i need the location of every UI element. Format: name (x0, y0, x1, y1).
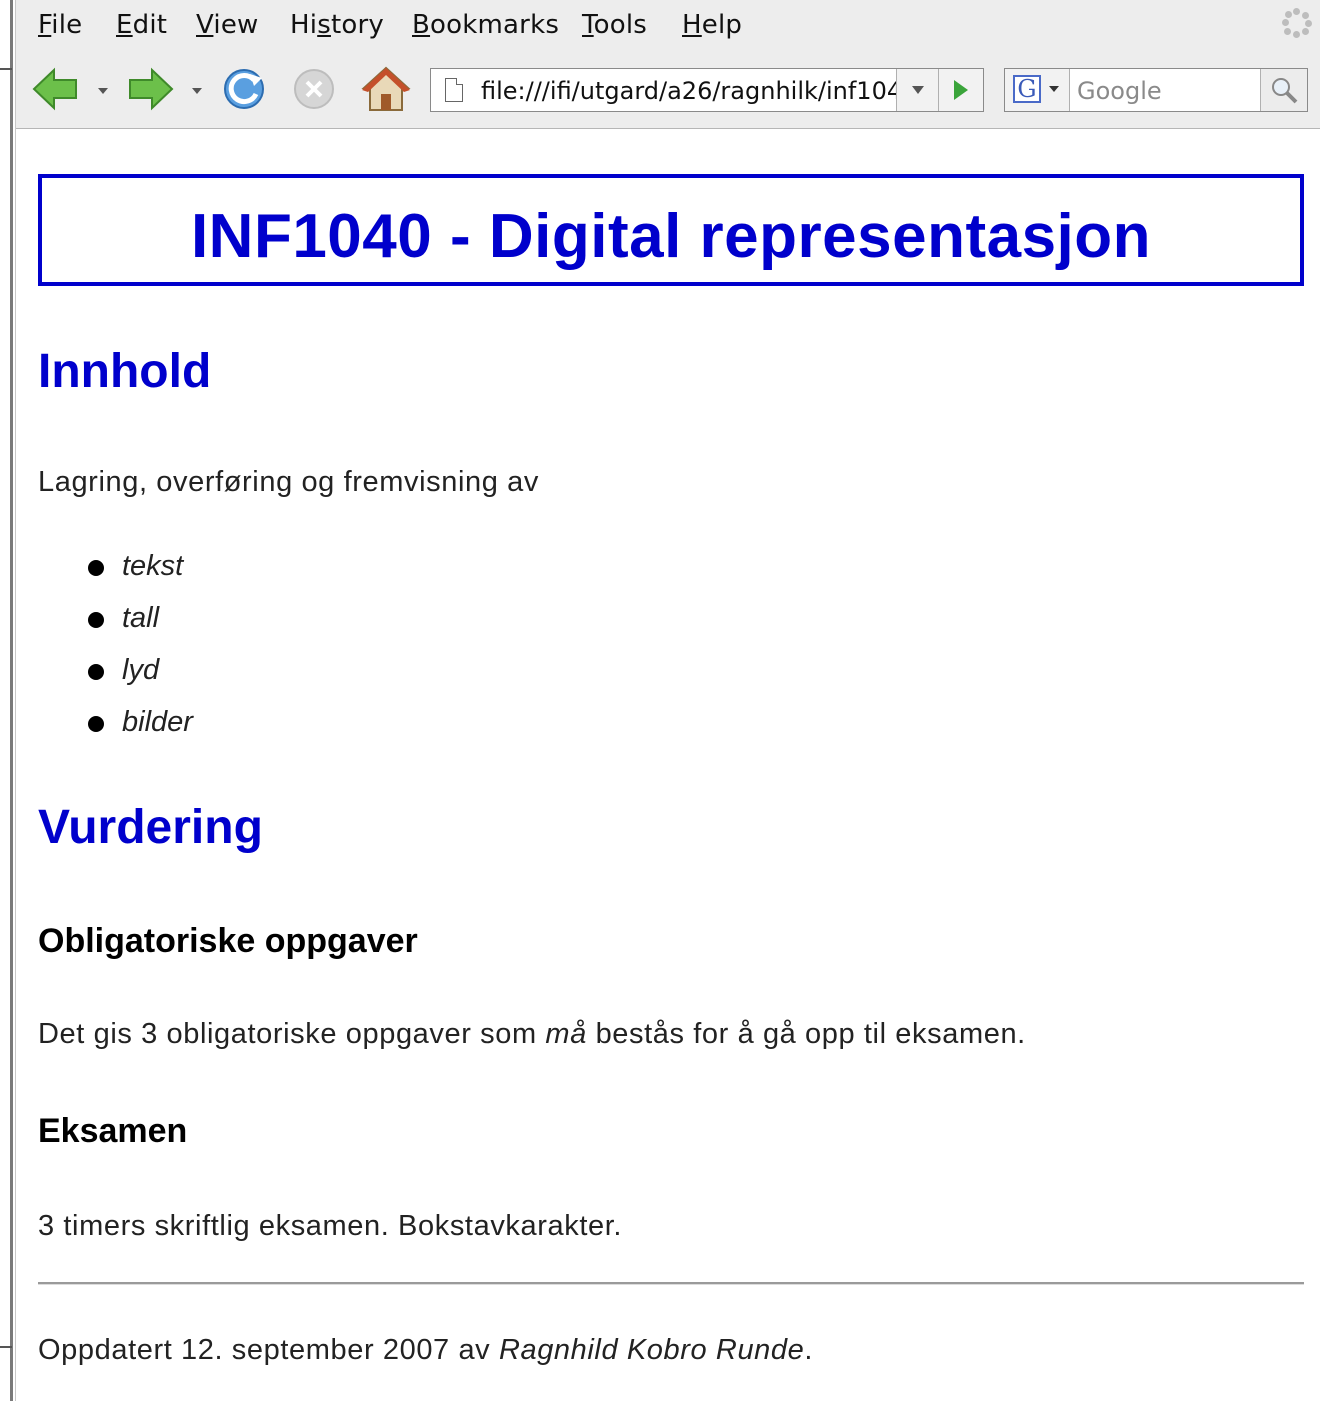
menu-bookmarks[interactable]: Bookmarks (412, 10, 559, 40)
magnifier-icon (1272, 78, 1298, 104)
back-button[interactable] (30, 64, 82, 114)
forward-history-dropdown[interactable] (192, 88, 202, 94)
bullet-icon (88, 612, 104, 628)
menu-help[interactable]: Help (682, 10, 742, 40)
footer-text-part1: Oppdatert 12. september 2007 av (38, 1334, 499, 1366)
menu-file[interactable]: File (38, 10, 82, 40)
list-item-text: tekst (122, 550, 184, 582)
back-arrow-icon (32, 67, 77, 111)
obligatory-text-part2: bestås for å gå opp til eksamen. (586, 1018, 1026, 1050)
menu-bar: File Edit View History Bookmarks Tools H… (16, 0, 1320, 50)
footer-text-end: . (804, 1334, 814, 1366)
page-title: INF1040 - Digital representasjon (190, 202, 1152, 271)
search-engine-selector[interactable]: G (1005, 69, 1070, 111)
navigation-toolbar: file:///ifi/utgard/a26/ragnhilk/inf104 G… (16, 52, 1320, 128)
list-item-text: tall (122, 602, 160, 634)
exam-text: 3 timers skriftlig eksamen. Bokstavkarak… (38, 1210, 623, 1242)
window-edge (10, 0, 13, 1401)
reload-button[interactable] (218, 64, 270, 114)
address-bar[interactable]: file:///ifi/utgard/a26/ragnhilk/inf104 (430, 68, 984, 112)
subheading-eksamen: Eksamen (38, 1112, 188, 1150)
section-heading-innhold: Innhold (38, 345, 212, 398)
bullet-icon (88, 716, 104, 732)
address-dropdown-button[interactable] (896, 69, 939, 111)
title-box: INF1040 - Digital representasjon (38, 174, 1304, 286)
list-item-text: bilder (122, 706, 193, 738)
address-text[interactable]: file:///ifi/utgard/a26/ragnhilk/inf104 (481, 77, 901, 105)
subheading-obligatoriske: Obligatoriske oppgaver (38, 922, 418, 960)
stop-icon (294, 69, 334, 109)
page-icon (445, 78, 463, 102)
footer-author: Ragnhild Kobro Runde (498, 1334, 805, 1366)
google-icon: G (1013, 75, 1041, 103)
search-bar[interactable]: G Google (1004, 68, 1308, 112)
intro-text: Lagring, overføring og fremvisning av (38, 466, 539, 498)
menu-tools[interactable]: Tools (582, 10, 647, 40)
bullet-icon (88, 664, 104, 680)
list-item-text: lyd (122, 654, 160, 686)
forward-arrow-icon (129, 67, 174, 111)
home-icon (361, 66, 411, 111)
obligatory-text-part1: Det gis 3 obligatoriske oppgaver som (38, 1018, 546, 1050)
section-heading-vurdering: Vurdering (38, 801, 263, 854)
window-edge-tick-bottom (0, 1346, 12, 1348)
bullet-icon (88, 560, 104, 576)
footer-text: Oppdatert 12. september 2007 av Ragnhild… (38, 1334, 813, 1367)
forward-button[interactable] (124, 64, 176, 114)
browser-chrome: File Edit View History Bookmarks Tools H… (16, 0, 1320, 129)
obligatory-text-emphasis: må (545, 1018, 587, 1050)
search-button[interactable] (1260, 69, 1307, 111)
home-button[interactable] (360, 64, 412, 114)
window-edge-inner (15, 0, 16, 1401)
throbber-icon (1282, 8, 1312, 38)
menu-history[interactable]: History (290, 10, 384, 40)
menu-view[interactable]: View (196, 10, 259, 40)
window-edge-tick-top (0, 68, 12, 70)
back-history-dropdown[interactable] (98, 88, 108, 94)
menu-edit[interactable]: Edit (116, 10, 167, 40)
caret-down-icon (1049, 86, 1059, 92)
go-button[interactable] (938, 69, 983, 111)
stop-button[interactable] (288, 64, 340, 114)
reload-icon (224, 69, 264, 109)
search-input[interactable]: Google (1077, 77, 1247, 105)
horizontal-rule (38, 1282, 1304, 1285)
obligatory-text: Det gis 3 obligatoriske oppgaver som må … (38, 1018, 1026, 1051)
